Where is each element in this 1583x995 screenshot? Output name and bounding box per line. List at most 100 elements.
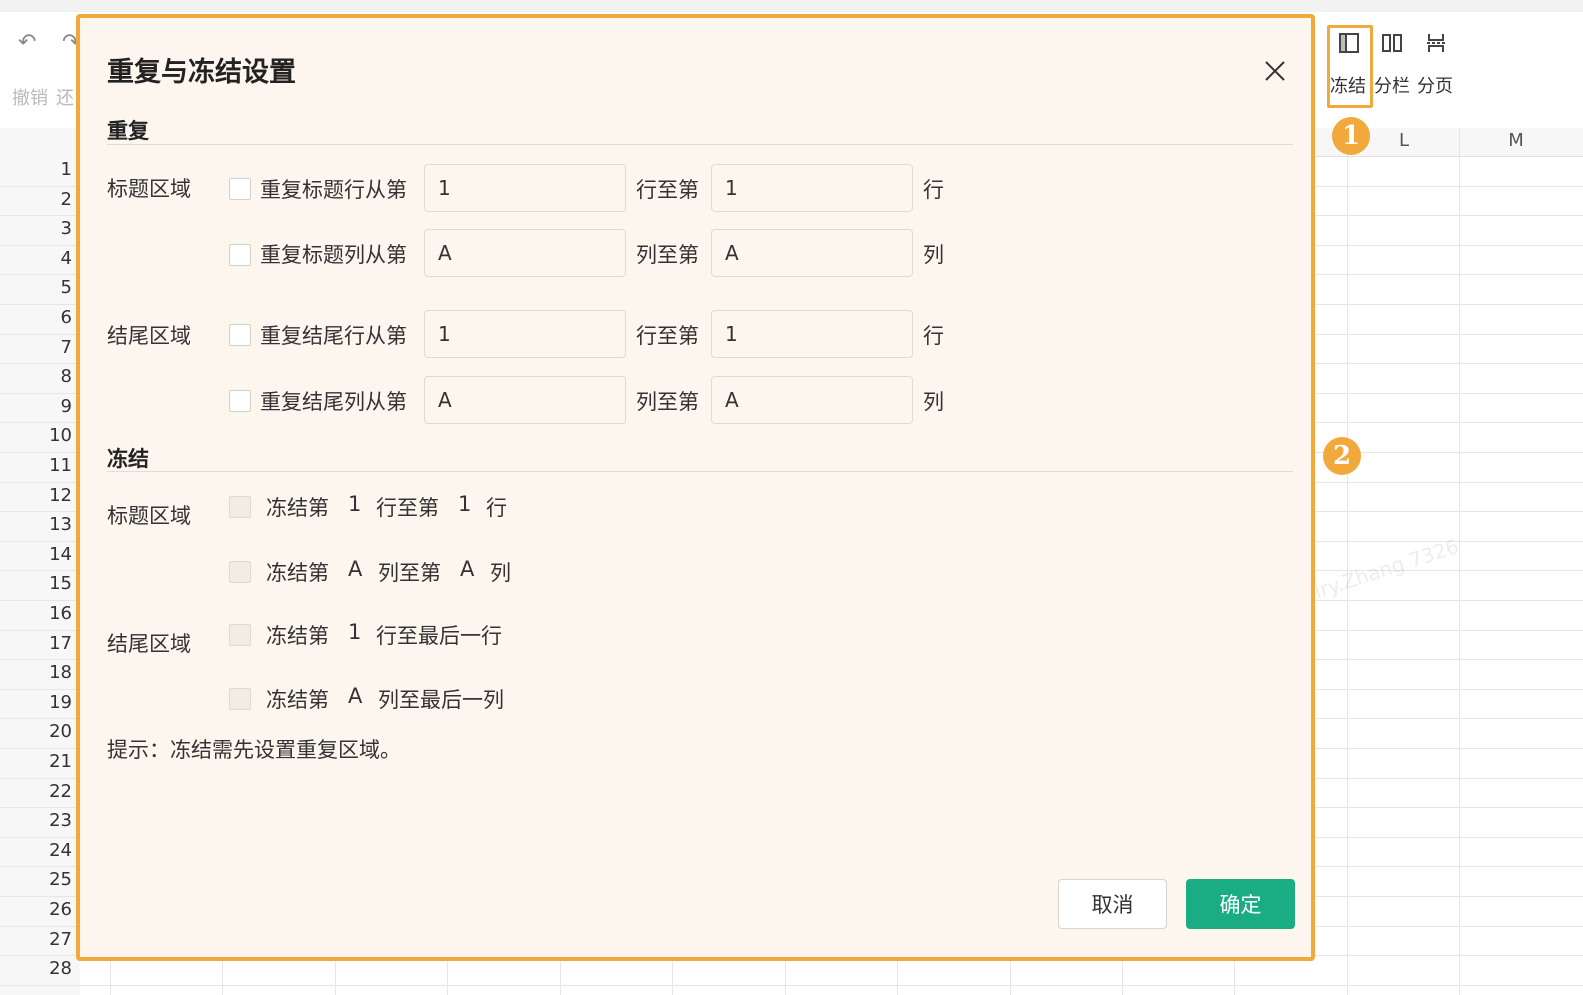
- split-label[interactable]: 分栏: [1374, 72, 1410, 98]
- close-icon[interactable]: [1258, 54, 1292, 88]
- split-columns-icon[interactable]: [1377, 28, 1407, 58]
- repeat-title-row-from-input[interactable]: 1: [424, 164, 626, 212]
- row-header[interactable]: 7: [0, 337, 72, 358]
- repeat-tail-row-label: 重复结尾行从第: [260, 324, 407, 348]
- repeat-title-row-unit: 行: [923, 178, 944, 202]
- row-header[interactable]: 27: [0, 929, 72, 950]
- repeat-title-col-checkbox[interactable]: [229, 244, 251, 266]
- row-header[interactable]: 13: [0, 514, 72, 535]
- row-header[interactable]: 9: [0, 396, 72, 417]
- dialog-title: 重复与冻结设置: [107, 57, 296, 88]
- watermark: Fairy.Zhang 7326: [1290, 533, 1462, 611]
- grid-column-line: [1459, 128, 1460, 995]
- freeze-title-col-mid: 列至第: [378, 561, 441, 585]
- row-header[interactable]: 16: [0, 603, 72, 624]
- cancel-button[interactable]: 取消: [1058, 879, 1167, 929]
- freeze-highlight-box: [1327, 25, 1373, 108]
- repeat-title-col-from-input[interactable]: A: [424, 229, 626, 277]
- freeze-section-title: 冻结: [107, 447, 149, 471]
- repeat-title-row-to-input[interactable]: 1: [711, 164, 913, 212]
- freeze-title-row-checkbox[interactable]: [229, 496, 251, 518]
- repeat-tail-col-from-input[interactable]: A: [424, 376, 626, 424]
- repeat-tail-row-unit: 行: [923, 324, 944, 348]
- repeat-section-title: 重复: [107, 119, 149, 143]
- repeat-tail-row-from-input[interactable]: 1: [424, 310, 626, 358]
- repeat-tail-row-to-label: 行至第: [636, 324, 699, 348]
- freeze-tail-row-prefix: 冻结第: [266, 624, 329, 648]
- freeze-hint: 提示：冻结需先设置重复区域。: [107, 738, 401, 762]
- row-header[interactable]: 23: [0, 810, 72, 831]
- freeze-title-area-label: 标题区域: [107, 504, 191, 528]
- freeze-title-col-to: A: [460, 557, 475, 581]
- freeze-title-row-mid: 行至第: [376, 496, 439, 520]
- row-header[interactable]: 15: [0, 573, 72, 594]
- freeze-tail-col-suffix: 列至最后一列: [378, 688, 504, 712]
- undo-label: 撤销: [12, 88, 48, 109]
- row-header[interactable]: 2: [0, 189, 72, 210]
- page-label[interactable]: 分页: [1417, 72, 1453, 98]
- grid-column-line: [1347, 128, 1348, 995]
- row-header[interactable]: 1: [0, 159, 72, 180]
- row-header[interactable]: 25: [0, 869, 72, 890]
- repeat-tail-col-unit: 列: [923, 390, 944, 414]
- row-header[interactable]: 5: [0, 277, 72, 298]
- freeze-tail-col-prefix: 冻结第: [266, 688, 329, 712]
- top-strip: [0, 0, 1583, 12]
- row-header[interactable]: 22: [0, 781, 72, 802]
- repeat-tail-row-checkbox[interactable]: [229, 324, 251, 346]
- row-header[interactable]: 3: [0, 218, 72, 239]
- freeze-tail-col-from: A: [348, 684, 363, 708]
- row-header[interactable]: 18: [0, 662, 72, 683]
- row-header[interactable]: 26: [0, 899, 72, 920]
- row-header[interactable]: 17: [0, 633, 72, 654]
- freeze-title-row-from: 1: [348, 492, 362, 516]
- ok-button[interactable]: 确定: [1186, 879, 1295, 929]
- grid-row-line: [0, 985, 1583, 986]
- repeat-tail-col-to-input[interactable]: A: [711, 376, 913, 424]
- annotation-badge-1: 1: [1332, 117, 1370, 155]
- row-header[interactable]: 24: [0, 840, 72, 861]
- divider: [107, 144, 1293, 145]
- freeze-title-col-checkbox[interactable]: [229, 561, 251, 583]
- divider: [107, 471, 1293, 472]
- freeze-tail-row-checkbox[interactable]: [229, 624, 251, 646]
- row-header[interactable]: 21: [0, 751, 72, 772]
- freeze-tail-row-suffix: 行至最后一行: [376, 624, 502, 648]
- annotation-badge-2: 2: [1323, 437, 1361, 475]
- row-header[interactable]: 19: [0, 692, 72, 713]
- row-header[interactable]: 14: [0, 544, 72, 565]
- repeat-tail-area-label: 结尾区域: [107, 324, 191, 348]
- row-header[interactable]: 28: [0, 958, 72, 979]
- repeat-title-row-to-label: 行至第: [636, 178, 699, 202]
- freeze-title-row-to: 1: [458, 492, 472, 516]
- freeze-title-col-from: A: [348, 557, 363, 581]
- repeat-title-col-to-label: 列至第: [636, 243, 699, 267]
- freeze-tail-row-from: 1: [348, 620, 362, 644]
- repeat-title-col-label: 重复标题列从第: [260, 243, 407, 267]
- repeat-title-col-to-input[interactable]: A: [711, 229, 913, 277]
- repeat-title-row-checkbox[interactable]: [229, 178, 251, 200]
- freeze-tail-col-checkbox[interactable]: [229, 688, 251, 710]
- freeze-title-col-unit: 列: [490, 561, 511, 585]
- freeze-tail-area-label: 结尾区域: [107, 632, 191, 656]
- repeat-tail-col-label: 重复结尾列从第: [260, 390, 407, 414]
- freeze-title-col-prefix: 冻结第: [266, 561, 329, 585]
- column-header-M[interactable]: M: [1461, 130, 1571, 151]
- repeat-tail-row-to-input[interactable]: 1: [711, 310, 913, 358]
- row-header[interactable]: 10: [0, 425, 72, 446]
- freeze-title-row-unit: 行: [486, 496, 507, 520]
- repeat-tail-col-checkbox[interactable]: [229, 390, 251, 412]
- repeat-title-col-unit: 列: [923, 243, 944, 267]
- repeat-tail-col-to-label: 列至第: [636, 390, 699, 414]
- repeat-title-area-label: 标题区域: [107, 177, 191, 201]
- page-break-icon[interactable]: [1421, 28, 1451, 58]
- row-header[interactable]: 6: [0, 307, 72, 328]
- row-header[interactable]: 11: [0, 455, 72, 476]
- row-header[interactable]: 20: [0, 721, 72, 742]
- undo-icon[interactable]: ↶: [18, 30, 36, 55]
- freeze-title-row-prefix: 冻结第: [266, 496, 329, 520]
- row-header[interactable]: 8: [0, 366, 72, 387]
- row-header[interactable]: 12: [0, 485, 72, 506]
- redo-label: 还: [56, 88, 74, 109]
- row-header[interactable]: 4: [0, 248, 72, 269]
